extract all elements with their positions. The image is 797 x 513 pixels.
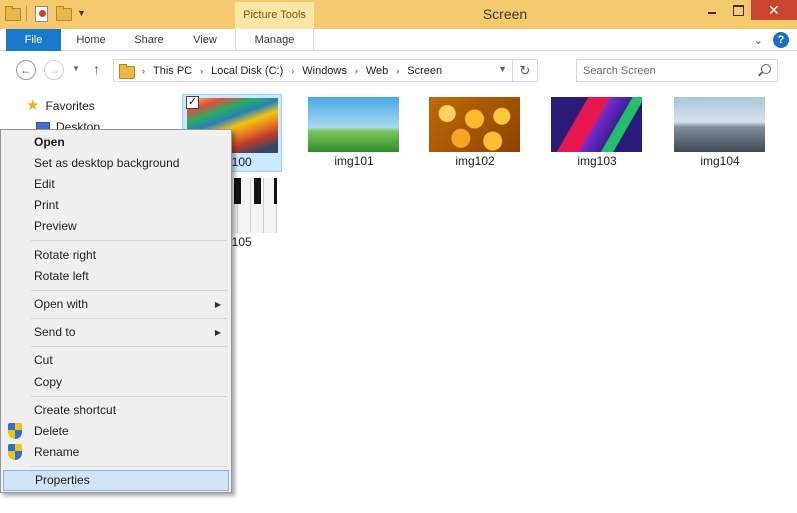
navigation-bar: ← → ▼ ↑ › This PC › Local Disk (C:) › Wi… [0, 52, 797, 88]
thumbnail-image [308, 97, 399, 152]
menu-item-create-shortcut[interactable]: Create shortcut [3, 400, 229, 421]
qat-dropdown-icon[interactable]: ▼ [77, 8, 86, 18]
file-name: img103 [577, 154, 617, 168]
menu-separator [31, 346, 227, 347]
tab-share[interactable]: Share [124, 29, 174, 51]
file-name: img102 [455, 154, 495, 168]
chevron-right-icon[interactable]: › [392, 66, 403, 76]
menu-separator [31, 396, 227, 397]
menu-item-preview[interactable]: Preview [3, 216, 229, 237]
quick-access-toolbar: ▼ [4, 5, 86, 22]
file-name: img101 [334, 154, 374, 168]
nav-item-favorites[interactable]: ★ Favorites [26, 98, 95, 113]
chevron-right-icon[interactable]: › [138, 66, 149, 76]
menu-item-open-with[interactable]: Open with ▶ [3, 294, 229, 315]
menu-item-rename[interactable]: Rename [3, 442, 229, 463]
thumbnail-image [674, 97, 765, 152]
menu-item-print[interactable]: Print [3, 195, 229, 216]
expand-ribbon-icon[interactable]: ⌄ [754, 34, 763, 47]
menu-separator [31, 240, 227, 241]
menu-item-open[interactable]: Open [3, 132, 229, 153]
menu-separator [31, 290, 227, 291]
menu-item-rotate-right[interactable]: Rotate right [3, 245, 229, 266]
menu-item-copy[interactable]: Copy [3, 372, 229, 393]
new-folder-icon[interactable] [55, 5, 72, 21]
breadcrumb-screen[interactable]: Screen [403, 65, 446, 77]
uac-shield-icon [8, 444, 22, 460]
breadcrumb-this-pc[interactable]: This PC [149, 65, 196, 77]
properties-icon[interactable] [33, 5, 49, 22]
folder-icon[interactable] [4, 5, 21, 21]
menu-separator [31, 466, 227, 467]
close-button[interactable]: ✕ [751, 0, 797, 20]
menu-item-cut[interactable]: Cut [3, 350, 229, 371]
menu-item-send-to[interactable]: Send to ▶ [3, 322, 229, 343]
file-item-img102[interactable]: img102 [425, 94, 525, 172]
breadcrumb-local-disk[interactable]: Local Disk (C:) [207, 65, 287, 77]
menu-item-label: Delete [34, 424, 69, 438]
search-input[interactable] [583, 63, 753, 78]
context-menu: Open Set as desktop background Edit Prin… [0, 129, 232, 493]
back-button[interactable]: ← [16, 60, 36, 80]
help-icon[interactable]: ? [773, 32, 789, 48]
file-item-img101[interactable]: img101 [304, 94, 404, 172]
title-bar: ▼ Picture Tools Screen ✕ [0, 0, 797, 29]
forward-button[interactable]: → [44, 60, 64, 80]
breadcrumb-windows[interactable]: Windows [298, 65, 351, 77]
menu-item-label: Open with [34, 297, 89, 311]
ribbon-tabs: File Home Share View Manage ⌄ ? [0, 29, 797, 51]
tab-view[interactable]: View [180, 29, 230, 51]
nav-item-label: Favorites [45, 98, 95, 113]
address-bar[interactable]: › This PC › Local Disk (C:) › Windows › … [113, 59, 538, 82]
address-dropdown-icon[interactable]: ▼ [498, 64, 507, 74]
checkbox-checked-icon[interactable]: ✓ [186, 96, 199, 109]
menu-item-delete[interactable]: Delete [3, 421, 229, 442]
menu-separator [31, 318, 227, 319]
tab-manage[interactable]: Manage [235, 29, 314, 51]
breadcrumb: › This PC › Local Disk (C:) › Windows › … [138, 60, 446, 81]
menu-item-label: Send to [34, 325, 76, 339]
chevron-right-icon[interactable]: › [196, 66, 207, 76]
close-icon: ✕ [768, 2, 780, 18]
menu-item-rotate-left[interactable]: Rotate left [3, 266, 229, 287]
menu-item-set-desktop-background[interactable]: Set as desktop background [3, 153, 229, 174]
file-item-img103[interactable]: img103 [547, 94, 647, 172]
minimize-button[interactable] [699, 0, 725, 20]
up-arrow-icon[interactable]: ↑ [93, 61, 100, 77]
menu-item-edit[interactable]: Edit [3, 174, 229, 195]
thumbnail-image [551, 97, 642, 152]
window-title: Screen [482, 6, 528, 22]
chevron-right-icon[interactable]: › [287, 66, 298, 76]
search-icon[interactable] [761, 64, 771, 74]
file-item-img104[interactable]: img104 [670, 94, 770, 172]
file-name: img104 [700, 154, 740, 168]
submenu-arrow-icon: ▶ [214, 300, 221, 309]
submenu-arrow-icon: ▶ [214, 328, 221, 337]
menu-item-label: Rename [34, 445, 80, 459]
chevron-right-icon[interactable]: › [351, 66, 362, 76]
thumbnail-image [429, 97, 520, 152]
recent-locations-icon[interactable]: ▼ [72, 64, 80, 73]
search-box[interactable] [576, 59, 778, 82]
breadcrumb-web[interactable]: Web [362, 65, 392, 77]
menu-item-properties[interactable]: Properties [3, 470, 229, 491]
maximize-button[interactable] [725, 0, 751, 20]
folder-icon [118, 63, 135, 79]
refresh-button[interactable]: ↻ [512, 60, 537, 81]
window-controls: ✕ [699, 0, 797, 20]
tab-home[interactable]: Home [66, 29, 116, 51]
picture-tools-group: Picture Tools [235, 2, 314, 29]
star-icon: ★ [26, 97, 40, 114]
ribbon-right-controls: ⌄ ? [754, 32, 789, 48]
tab-file[interactable]: File [6, 29, 61, 51]
qat-separator [26, 5, 27, 21]
uac-shield-icon [8, 423, 22, 439]
